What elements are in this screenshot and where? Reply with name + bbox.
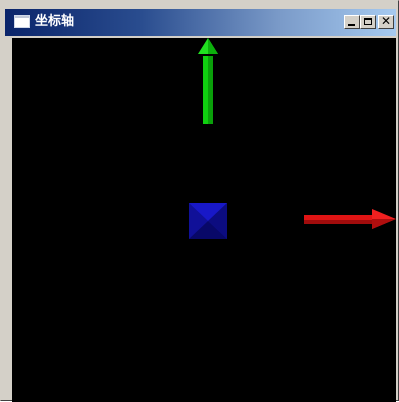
x-axis-shaft-shade bbox=[304, 220, 374, 224]
minimize-icon bbox=[348, 24, 355, 26]
y-axis-arrow bbox=[198, 38, 218, 124]
y-axis-shaft-shade bbox=[208, 56, 213, 124]
maximize-icon bbox=[364, 18, 372, 25]
z-axis-arrow bbox=[189, 203, 227, 239]
minimize-button[interactable] bbox=[344, 15, 360, 29]
x-axis-arrow bbox=[304, 209, 396, 229]
close-icon: ✕ bbox=[380, 14, 392, 28]
window-title: 坐标轴 bbox=[35, 14, 75, 29]
y-axis-arrowhead-shade bbox=[208, 38, 218, 54]
close-button[interactable]: ✕ bbox=[378, 14, 394, 29]
maximize-button[interactable] bbox=[360, 15, 376, 29]
x-axis-arrowhead-shade bbox=[372, 219, 396, 229]
opengl-viewport[interactable] bbox=[12, 38, 396, 402]
app-window-icon[interactable] bbox=[14, 15, 30, 28]
app-window: 坐标轴 ✕ bbox=[0, 0, 399, 402]
title-bar[interactable]: 坐标轴 ✕ bbox=[5, 9, 396, 36]
axes-render bbox=[189, 38, 396, 239]
